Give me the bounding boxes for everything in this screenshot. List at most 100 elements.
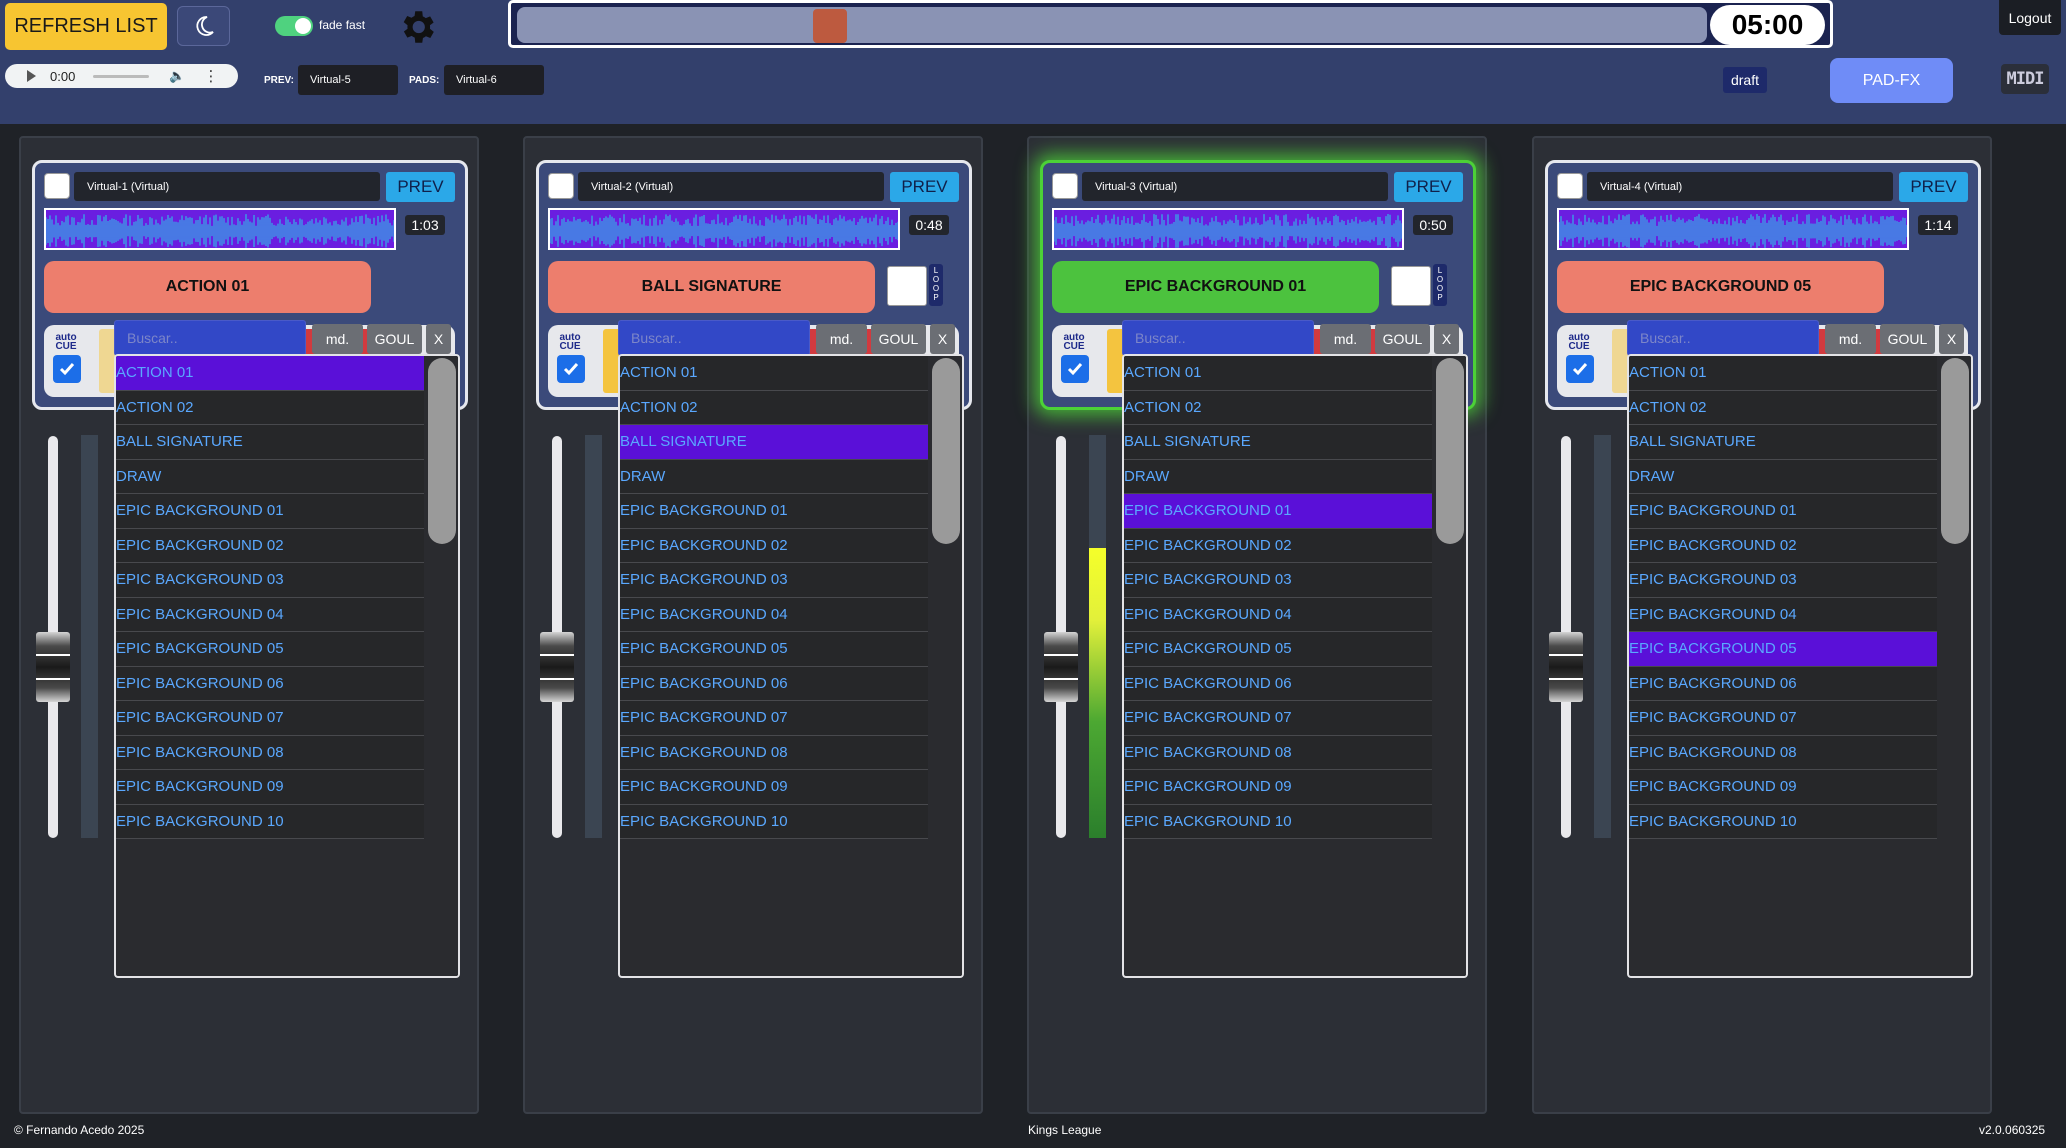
track-list-scrollbar[interactable] — [424, 356, 458, 976]
list-item[interactable]: EPIC BACKGROUND 07 — [1124, 701, 1432, 736]
deck-select-checkbox[interactable] — [548, 173, 574, 199]
scrollbar-thumb[interactable] — [1941, 358, 1969, 544]
timeline-track[interactable] — [517, 7, 1707, 43]
list-item[interactable]: ACTION 02 — [1629, 390, 1937, 425]
goul-filter-button[interactable]: GOUL — [1880, 324, 1935, 354]
track-list-scrollbar[interactable] — [1937, 356, 1971, 976]
waveform[interactable] — [44, 208, 396, 250]
waveform[interactable] — [548, 208, 900, 250]
list-item[interactable]: EPIC BACKGROUND 08 — [1629, 735, 1937, 770]
md-filter-button[interactable]: md. — [312, 324, 363, 354]
list-item[interactable]: EPIC BACKGROUND 02 — [116, 528, 424, 563]
track-list-scrollbar[interactable] — [928, 356, 962, 976]
list-item[interactable]: ACTION 01 — [1124, 356, 1432, 391]
search-input[interactable]: Buscar.. — [114, 320, 306, 356]
play-icon[interactable] — [27, 70, 36, 82]
waveform[interactable] — [1052, 208, 1404, 250]
list-item[interactable]: ACTION 01 — [1629, 356, 1937, 391]
list-item[interactable]: EPIC BACKGROUND 06 — [620, 666, 928, 701]
volume-fader-knob[interactable] — [1044, 632, 1078, 702]
loop-checkbox[interactable] — [1391, 266, 1431, 306]
list-item[interactable]: EPIC BACKGROUND 08 — [116, 735, 424, 770]
list-item[interactable]: DRAW — [116, 459, 424, 494]
auto-cue-checkbox[interactable] — [1566, 355, 1594, 383]
prev-button[interactable]: PREV — [890, 172, 959, 202]
volume-fader-knob[interactable] — [36, 632, 70, 702]
clear-search-button[interactable]: X — [1939, 324, 1964, 354]
scrollbar-thumb[interactable] — [932, 358, 960, 544]
refresh-list-button[interactable]: REFRESH LIST — [5, 3, 167, 50]
goul-filter-button[interactable]: GOUL — [367, 324, 422, 354]
current-track-button[interactable]: BALL SIGNATURE — [548, 261, 875, 313]
volume-icon[interactable]: 🔈 — [169, 68, 185, 84]
list-item[interactable]: EPIC BACKGROUND 10 — [116, 804, 424, 839]
prev-device-select[interactable]: Virtual-5 — [298, 65, 398, 95]
list-item[interactable]: BALL SIGNATURE — [620, 425, 928, 460]
list-item[interactable]: EPIC BACKGROUND 04 — [1124, 597, 1432, 632]
player-seek-bar[interactable] — [93, 74, 150, 78]
list-item[interactable]: ACTION 01 — [620, 356, 928, 391]
list-item[interactable]: EPIC BACKGROUND 05 — [116, 632, 424, 667]
pads-device-select[interactable]: Virtual-6 — [444, 65, 544, 95]
prev-button[interactable]: PREV — [1394, 172, 1463, 202]
timeline-thumb[interactable] — [813, 9, 847, 43]
list-item[interactable]: EPIC BACKGROUND 04 — [620, 597, 928, 632]
list-item[interactable]: EPIC BACKGROUND 02 — [620, 528, 928, 563]
list-item[interactable]: DRAW — [620, 459, 928, 494]
list-item[interactable]: BALL SIGNATURE — [116, 425, 424, 460]
more-options-icon[interactable]: ⋮ — [204, 67, 219, 85]
search-input[interactable]: Buscar.. — [1627, 320, 1819, 356]
clear-search-button[interactable]: X — [426, 324, 451, 354]
list-item[interactable]: EPIC BACKGROUND 03 — [116, 563, 424, 598]
auto-cue-checkbox[interactable] — [557, 355, 585, 383]
loop-checkbox[interactable] — [887, 266, 927, 306]
list-item[interactable]: EPIC BACKGROUND 01 — [116, 494, 424, 529]
waveform[interactable] — [1557, 208, 1909, 250]
current-track-button[interactable]: EPIC BACKGROUND 05 — [1557, 261, 1884, 313]
clear-search-button[interactable]: X — [930, 324, 955, 354]
track-list-scrollbar[interactable] — [1432, 356, 1466, 976]
list-item[interactable]: EPIC BACKGROUND 03 — [1629, 563, 1937, 598]
prev-button[interactable]: PREV — [1899, 172, 1968, 202]
list-item[interactable]: EPIC BACKGROUND 02 — [1629, 528, 1937, 563]
current-track-button[interactable]: EPIC BACKGROUND 01 — [1052, 261, 1379, 313]
list-item[interactable]: EPIC BACKGROUND 06 — [1124, 666, 1432, 701]
list-item[interactable]: EPIC BACKGROUND 09 — [116, 770, 424, 805]
list-item[interactable]: EPIC BACKGROUND 07 — [620, 701, 928, 736]
deck-select-checkbox[interactable] — [1052, 173, 1078, 199]
list-item[interactable]: EPIC BACKGROUND 02 — [1124, 528, 1432, 563]
dark-mode-button[interactable] — [177, 6, 230, 46]
scrollbar-thumb[interactable] — [428, 358, 456, 544]
list-item[interactable]: DRAW — [1629, 459, 1937, 494]
md-filter-button[interactable]: md. — [816, 324, 867, 354]
draft-badge[interactable]: draft — [1723, 67, 1767, 93]
current-track-button[interactable]: ACTION 01 — [44, 261, 371, 313]
list-item[interactable]: EPIC BACKGROUND 03 — [620, 563, 928, 598]
list-item[interactable]: ACTION 02 — [1124, 390, 1432, 425]
clear-search-button[interactable]: X — [1434, 324, 1459, 354]
list-item[interactable]: EPIC BACKGROUND 07 — [116, 701, 424, 736]
list-item[interactable]: ACTION 01 — [116, 356, 424, 391]
volume-fader-knob[interactable] — [540, 632, 574, 702]
pad-fx-button[interactable]: PAD-FX — [1830, 58, 1953, 103]
search-input[interactable]: Buscar.. — [1122, 320, 1314, 356]
midi-icon[interactable]: MIDI — [2001, 64, 2049, 94]
list-item[interactable]: EPIC BACKGROUND 05 — [1629, 632, 1937, 667]
list-item[interactable]: EPIC BACKGROUND 10 — [620, 804, 928, 839]
volume-fader-knob[interactable] — [1549, 632, 1583, 702]
list-item[interactable]: EPIC BACKGROUND 03 — [1124, 563, 1432, 598]
list-item[interactable]: EPIC BACKGROUND 08 — [1124, 735, 1432, 770]
settings-button[interactable] — [396, 6, 438, 48]
list-item[interactable]: EPIC BACKGROUND 10 — [1629, 804, 1937, 839]
auto-cue-checkbox[interactable] — [1061, 355, 1089, 383]
list-item[interactable]: EPIC BACKGROUND 09 — [620, 770, 928, 805]
list-item[interactable]: EPIC BACKGROUND 09 — [1124, 770, 1432, 805]
list-item[interactable]: EPIC BACKGROUND 06 — [1629, 666, 1937, 701]
list-item[interactable]: EPIC BACKGROUND 01 — [620, 494, 928, 529]
scrollbar-thumb[interactable] — [1436, 358, 1464, 544]
list-item[interactable]: EPIC BACKGROUND 06 — [116, 666, 424, 701]
list-item[interactable]: EPIC BACKGROUND 08 — [620, 735, 928, 770]
list-item[interactable]: ACTION 02 — [620, 390, 928, 425]
list-item[interactable]: EPIC BACKGROUND 05 — [1124, 632, 1432, 667]
list-item[interactable]: BALL SIGNATURE — [1629, 425, 1937, 460]
